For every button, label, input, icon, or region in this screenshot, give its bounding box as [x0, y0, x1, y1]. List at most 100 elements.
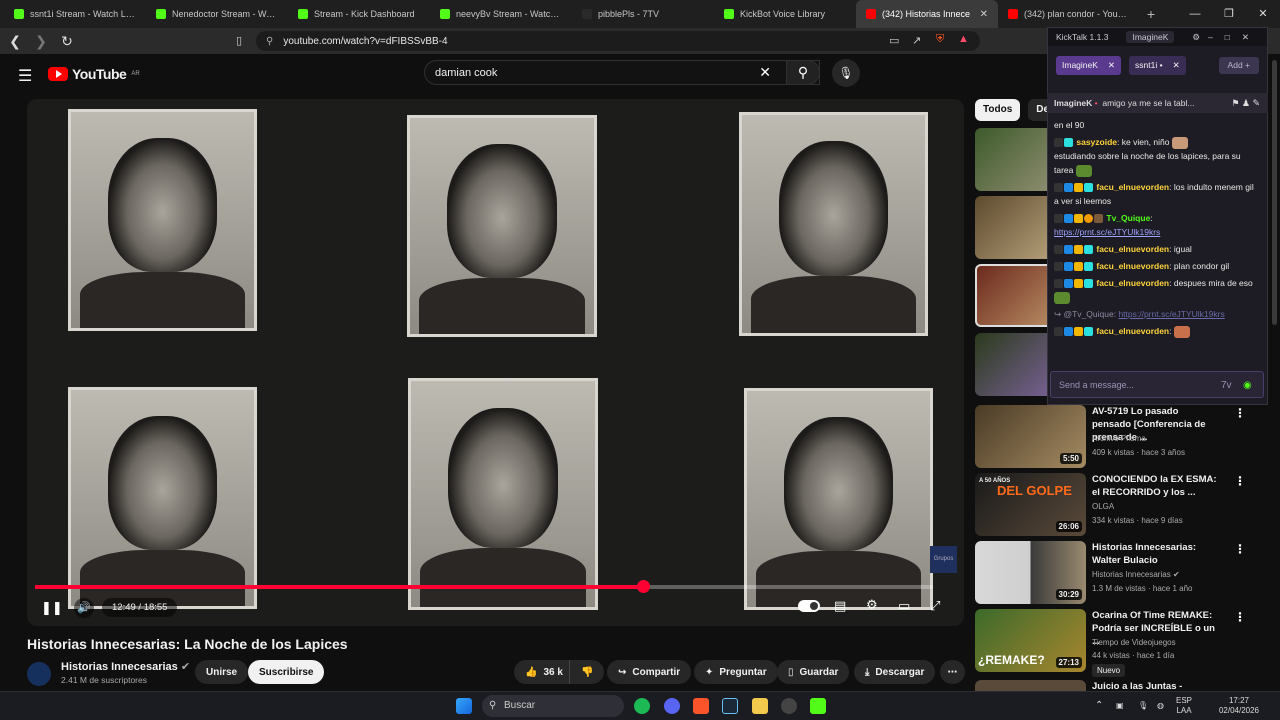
- ask-button[interactable]: ✦ Preguntar: [694, 660, 778, 684]
- browser-tab[interactable]: KickBot Voice Library: [714, 0, 856, 28]
- subtitles-icon[interactable]: ▤: [834, 598, 846, 614]
- progress-scrubber[interactable]: [636, 580, 650, 593]
- share-button[interactable]: ↪ Compartir: [607, 660, 692, 684]
- join-button[interactable]: Unirse: [195, 660, 249, 684]
- more-options-icon[interactable]: ⋮: [1234, 474, 1246, 488]
- steam-icon[interactable]: [722, 698, 738, 714]
- recommendation-thumbnail[interactable]: A 50 AÑOS DEL GOLPE 26:06: [975, 473, 1086, 536]
- youtube-logo[interactable]: YouTube AR: [48, 66, 140, 82]
- share-icon[interactable]: ↗: [912, 34, 921, 47]
- volume-icon[interactable]: 🔊: [74, 598, 94, 618]
- search-button[interactable]: ⚲: [786, 60, 820, 85]
- forward-icon[interactable]: ❯: [30, 33, 52, 50]
- close-tab-icon[interactable]: ✕: [1108, 56, 1115, 75]
- site-info-icon[interactable]: ⚲: [266, 36, 273, 47]
- thumbs-down-icon: 👎: [581, 666, 594, 678]
- video-player[interactable]: Grupos: [27, 99, 964, 626]
- reload-icon[interactable]: ↻: [56, 33, 78, 50]
- close-window-icon[interactable]: ✕: [1246, 0, 1280, 28]
- chat-tab-imaginek[interactable]: ImagineK ✕: [1056, 55, 1122, 75]
- recommendation-thumbnail[interactable]: ¿REMAKE? 27:13: [975, 609, 1086, 672]
- clock[interactable]: 17:27 02/04/2026: [1212, 696, 1266, 716]
- channel-name[interactable]: Historias Innecesarias ✔: [61, 660, 190, 673]
- taskbar-search[interactable]: ⚲ Buscar: [482, 695, 624, 717]
- more-actions-button[interactable]: ⋯: [940, 660, 965, 684]
- channel-watermark[interactable]: Grupos: [930, 546, 957, 573]
- recommendation-title[interactable]: Historias Innecesarias: Walter Bulacio: [1092, 541, 1218, 567]
- browser-tab-bar: ssnt1i Stream - Watch Live Nenedoctor Str…: [0, 0, 1280, 28]
- brave-icon[interactable]: [693, 698, 709, 714]
- browser-tab[interactable]: Nenedoctor Stream - Watch: [146, 0, 288, 28]
- theater-mode-icon[interactable]: ▭: [898, 598, 910, 614]
- browser-tab[interactable]: ssnt1i Stream - Watch Live: [4, 0, 146, 28]
- like-button[interactable]: 👍 36 k: [514, 660, 574, 684]
- recommendation-channel[interactable]: Historias Innecesarias ✔: [1092, 570, 1180, 579]
- voice-search-button[interactable]: 🎙: [832, 59, 860, 87]
- pinned-message[interactable]: ImagineK • amigo ya me se la tabl... ⚑ ♟…: [1047, 93, 1268, 113]
- cast-icon[interactable]: ▭: [889, 34, 899, 47]
- recommendation-title[interactable]: Juicio a las Juntas - Alegato del: [1092, 680, 1218, 691]
- more-options-icon[interactable]: ⋮: [1234, 406, 1246, 420]
- more-options-icon[interactable]: ⋮: [1234, 610, 1246, 624]
- recommendation-channel[interactable]: Tiempo de Videojuegos: [1092, 638, 1176, 647]
- kicktalk-user[interactable]: ImagineK: [1126, 31, 1175, 43]
- tray-app-icon[interactable]: ▣: [1116, 701, 1124, 711]
- discord-icon[interactable]: [664, 698, 680, 714]
- browser-tab[interactable]: Stream - Kick Dashboard: [288, 0, 430, 28]
- page-scrollbar[interactable]: [1272, 60, 1277, 325]
- kick-emote-icon[interactable]: ◉: [1243, 372, 1252, 399]
- minimize-icon[interactable]: —: [1178, 0, 1212, 28]
- subscribe-button[interactable]: Suscribirse: [248, 660, 325, 684]
- recommendation-thumbnail[interactable]: [975, 680, 1086, 691]
- obs-icon[interactable]: [781, 698, 797, 714]
- clear-search-icon[interactable]: ✕: [759, 64, 771, 81]
- brave-rewards-icon[interactable]: ▲: [958, 33, 969, 45]
- more-options-icon[interactable]: ⋮: [1234, 542, 1246, 556]
- save-button[interactable]: ▯ Guardar: [777, 660, 850, 684]
- add-chat-button[interactable]: Add +: [1218, 56, 1259, 74]
- settings-icon[interactable]: ⚙: [1192, 32, 1200, 43]
- close-tab-icon[interactable]: ✕: [980, 9, 988, 20]
- keyboard-language[interactable]: ESP LAA: [1176, 696, 1192, 716]
- settings-gear-icon[interactable]: ⚙: [866, 597, 878, 613]
- bookmark-icon[interactable]: ▯: [236, 34, 242, 47]
- recommendation-channel[interactable]: Archivo Prisma: [1092, 434, 1146, 443]
- fullscreen-icon[interactable]: ⤢: [930, 598, 940, 614]
- autoplay-toggle[interactable]: [798, 600, 820, 612]
- chat-tab-ssnt1i[interactable]: ssnt1i • ✕: [1129, 55, 1186, 75]
- pin-icon[interactable]: ⚑ ♟ ✎: [1231, 93, 1260, 113]
- chip-todos[interactable]: Todos: [975, 99, 1021, 121]
- windows-start-icon[interactable]: [456, 698, 472, 714]
- network-icon[interactable]: ◍: [1157, 701, 1164, 711]
- kick-icon[interactable]: [810, 698, 826, 714]
- 7tv-emote-icon[interactable]: 7v: [1221, 372, 1232, 399]
- file-explorer-icon[interactable]: [752, 698, 768, 714]
- browser-tab[interactable]: (342) Historias Innece ✕: [856, 0, 998, 28]
- recommendation-channel[interactable]: OLGA: [1092, 502, 1114, 511]
- pause-icon[interactable]: ❚❚: [41, 600, 63, 616]
- download-button[interactable]: ⤓ Descargar: [854, 660, 936, 684]
- tray-expand-icon[interactable]: ⌃: [1095, 701, 1103, 711]
- brave-shield-icon[interactable]: ⛨: [936, 33, 944, 46]
- browser-tab[interactable]: (342) plan condor - YouTube: [998, 0, 1140, 28]
- recommendation-title[interactable]: CONOCIENDO la EX ESMA: el RECORRIDO y lo…: [1092, 473, 1218, 499]
- address-bar[interactable]: ⚲ youtube.com/watch?v=dFIBSSvBB-4: [256, 31, 980, 51]
- progress-bar[interactable]: [35, 580, 933, 593]
- back-icon[interactable]: ❮: [4, 33, 26, 50]
- recommendation-thumbnail[interactable]: 30:29: [975, 541, 1086, 604]
- new-tab-icon[interactable]: +: [1140, 6, 1162, 22]
- dislike-button[interactable]: 👎: [569, 660, 605, 684]
- close-tab-icon[interactable]: ✕: [1173, 56, 1180, 75]
- kicktalk-window-controls[interactable]: –□✕: [1208, 32, 1261, 43]
- hamburger-menu-icon[interactable]: ☰: [18, 66, 32, 86]
- chat-link[interactable]: https://prnt.sc/eJTYUlk19krs: [1054, 227, 1160, 237]
- recommendation-thumbnail[interactable]: 5:50: [975, 405, 1086, 468]
- search-input[interactable]: damian cook ✕: [424, 60, 820, 85]
- browser-tab[interactable]: neevyBv Stream - Watch L: [430, 0, 572, 28]
- channel-avatar[interactable]: [27, 662, 51, 686]
- browser-tab[interactable]: pibblePls - 7TV: [572, 0, 714, 28]
- microphone-tray-icon[interactable]: 🎙: [1138, 701, 1148, 711]
- spotify-icon[interactable]: [634, 698, 650, 714]
- chat-input[interactable]: Send a message... 7v ◉: [1050, 371, 1264, 398]
- maximize-icon[interactable]: ❐: [1212, 0, 1246, 28]
